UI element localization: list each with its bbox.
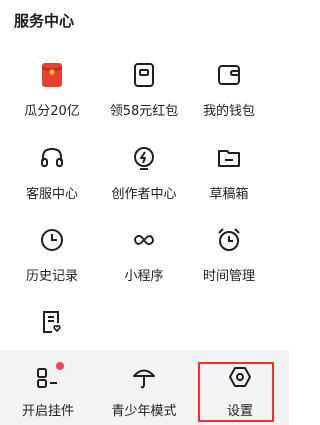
grid-item-history[interactable]: 历史记录 bbox=[4, 227, 100, 299]
lightning-circle-icon bbox=[131, 145, 157, 171]
bottom-item-teen-mode[interactable]: 青少年模式 bbox=[96, 350, 192, 425]
grid-item-label: 领58元红包 bbox=[109, 104, 179, 119]
coupon-card-icon bbox=[131, 62, 157, 88]
headset-icon bbox=[39, 145, 65, 171]
red-envelope-icon bbox=[39, 62, 65, 88]
grid-item-label: 草稿箱 bbox=[209, 187, 249, 202]
grid-item-creator-center[interactable]: 创作者中心 bbox=[96, 145, 192, 217]
widget-icon bbox=[35, 362, 64, 390]
grid-item-guafen[interactable]: 瓜分20亿 bbox=[4, 62, 100, 134]
section-title: 服务中心 bbox=[14, 12, 75, 30]
grid-item-label: 小程序 bbox=[124, 269, 164, 284]
grid-item-label: 时间管理 bbox=[202, 269, 255, 284]
grid-item-time-management[interactable]: 时间管理 bbox=[181, 227, 277, 299]
notification-badge bbox=[56, 362, 64, 370]
selection-highlight bbox=[198, 362, 274, 422]
grid-item-coupon[interactable]: 领58元红包 bbox=[96, 62, 192, 134]
umbrella-icon bbox=[131, 364, 157, 390]
bottom-item-label: 青少年模式 bbox=[111, 404, 177, 419]
grid-item-label: 我的钱包 bbox=[202, 104, 255, 119]
grid-item-document[interactable] bbox=[4, 309, 100, 339]
grid-item-label: 客服中心 bbox=[25, 187, 78, 202]
grid-item-label: 创作者中心 bbox=[111, 187, 177, 202]
wallet-icon bbox=[216, 62, 242, 88]
grid-item-drafts[interactable]: 草稿箱 bbox=[181, 145, 277, 217]
clock-icon bbox=[39, 227, 65, 253]
grid-item-label: 瓜分20亿 bbox=[24, 104, 80, 119]
grid-item-mini-program[interactable]: 小程序 bbox=[96, 227, 192, 299]
folder-icon bbox=[216, 145, 242, 171]
bottom-item-widget[interactable]: 开启挂件 bbox=[0, 350, 96, 425]
grid-item-wallet[interactable]: 我的钱包 bbox=[181, 62, 277, 134]
mini-program-icon bbox=[131, 227, 157, 253]
document-heart-icon bbox=[39, 309, 65, 335]
grid-item-label: 历史记录 bbox=[25, 269, 78, 284]
alarm-clock-icon bbox=[216, 227, 242, 253]
grid-item-customer-service[interactable]: 客服中心 bbox=[4, 145, 100, 217]
bottom-item-label: 开启挂件 bbox=[21, 404, 74, 419]
